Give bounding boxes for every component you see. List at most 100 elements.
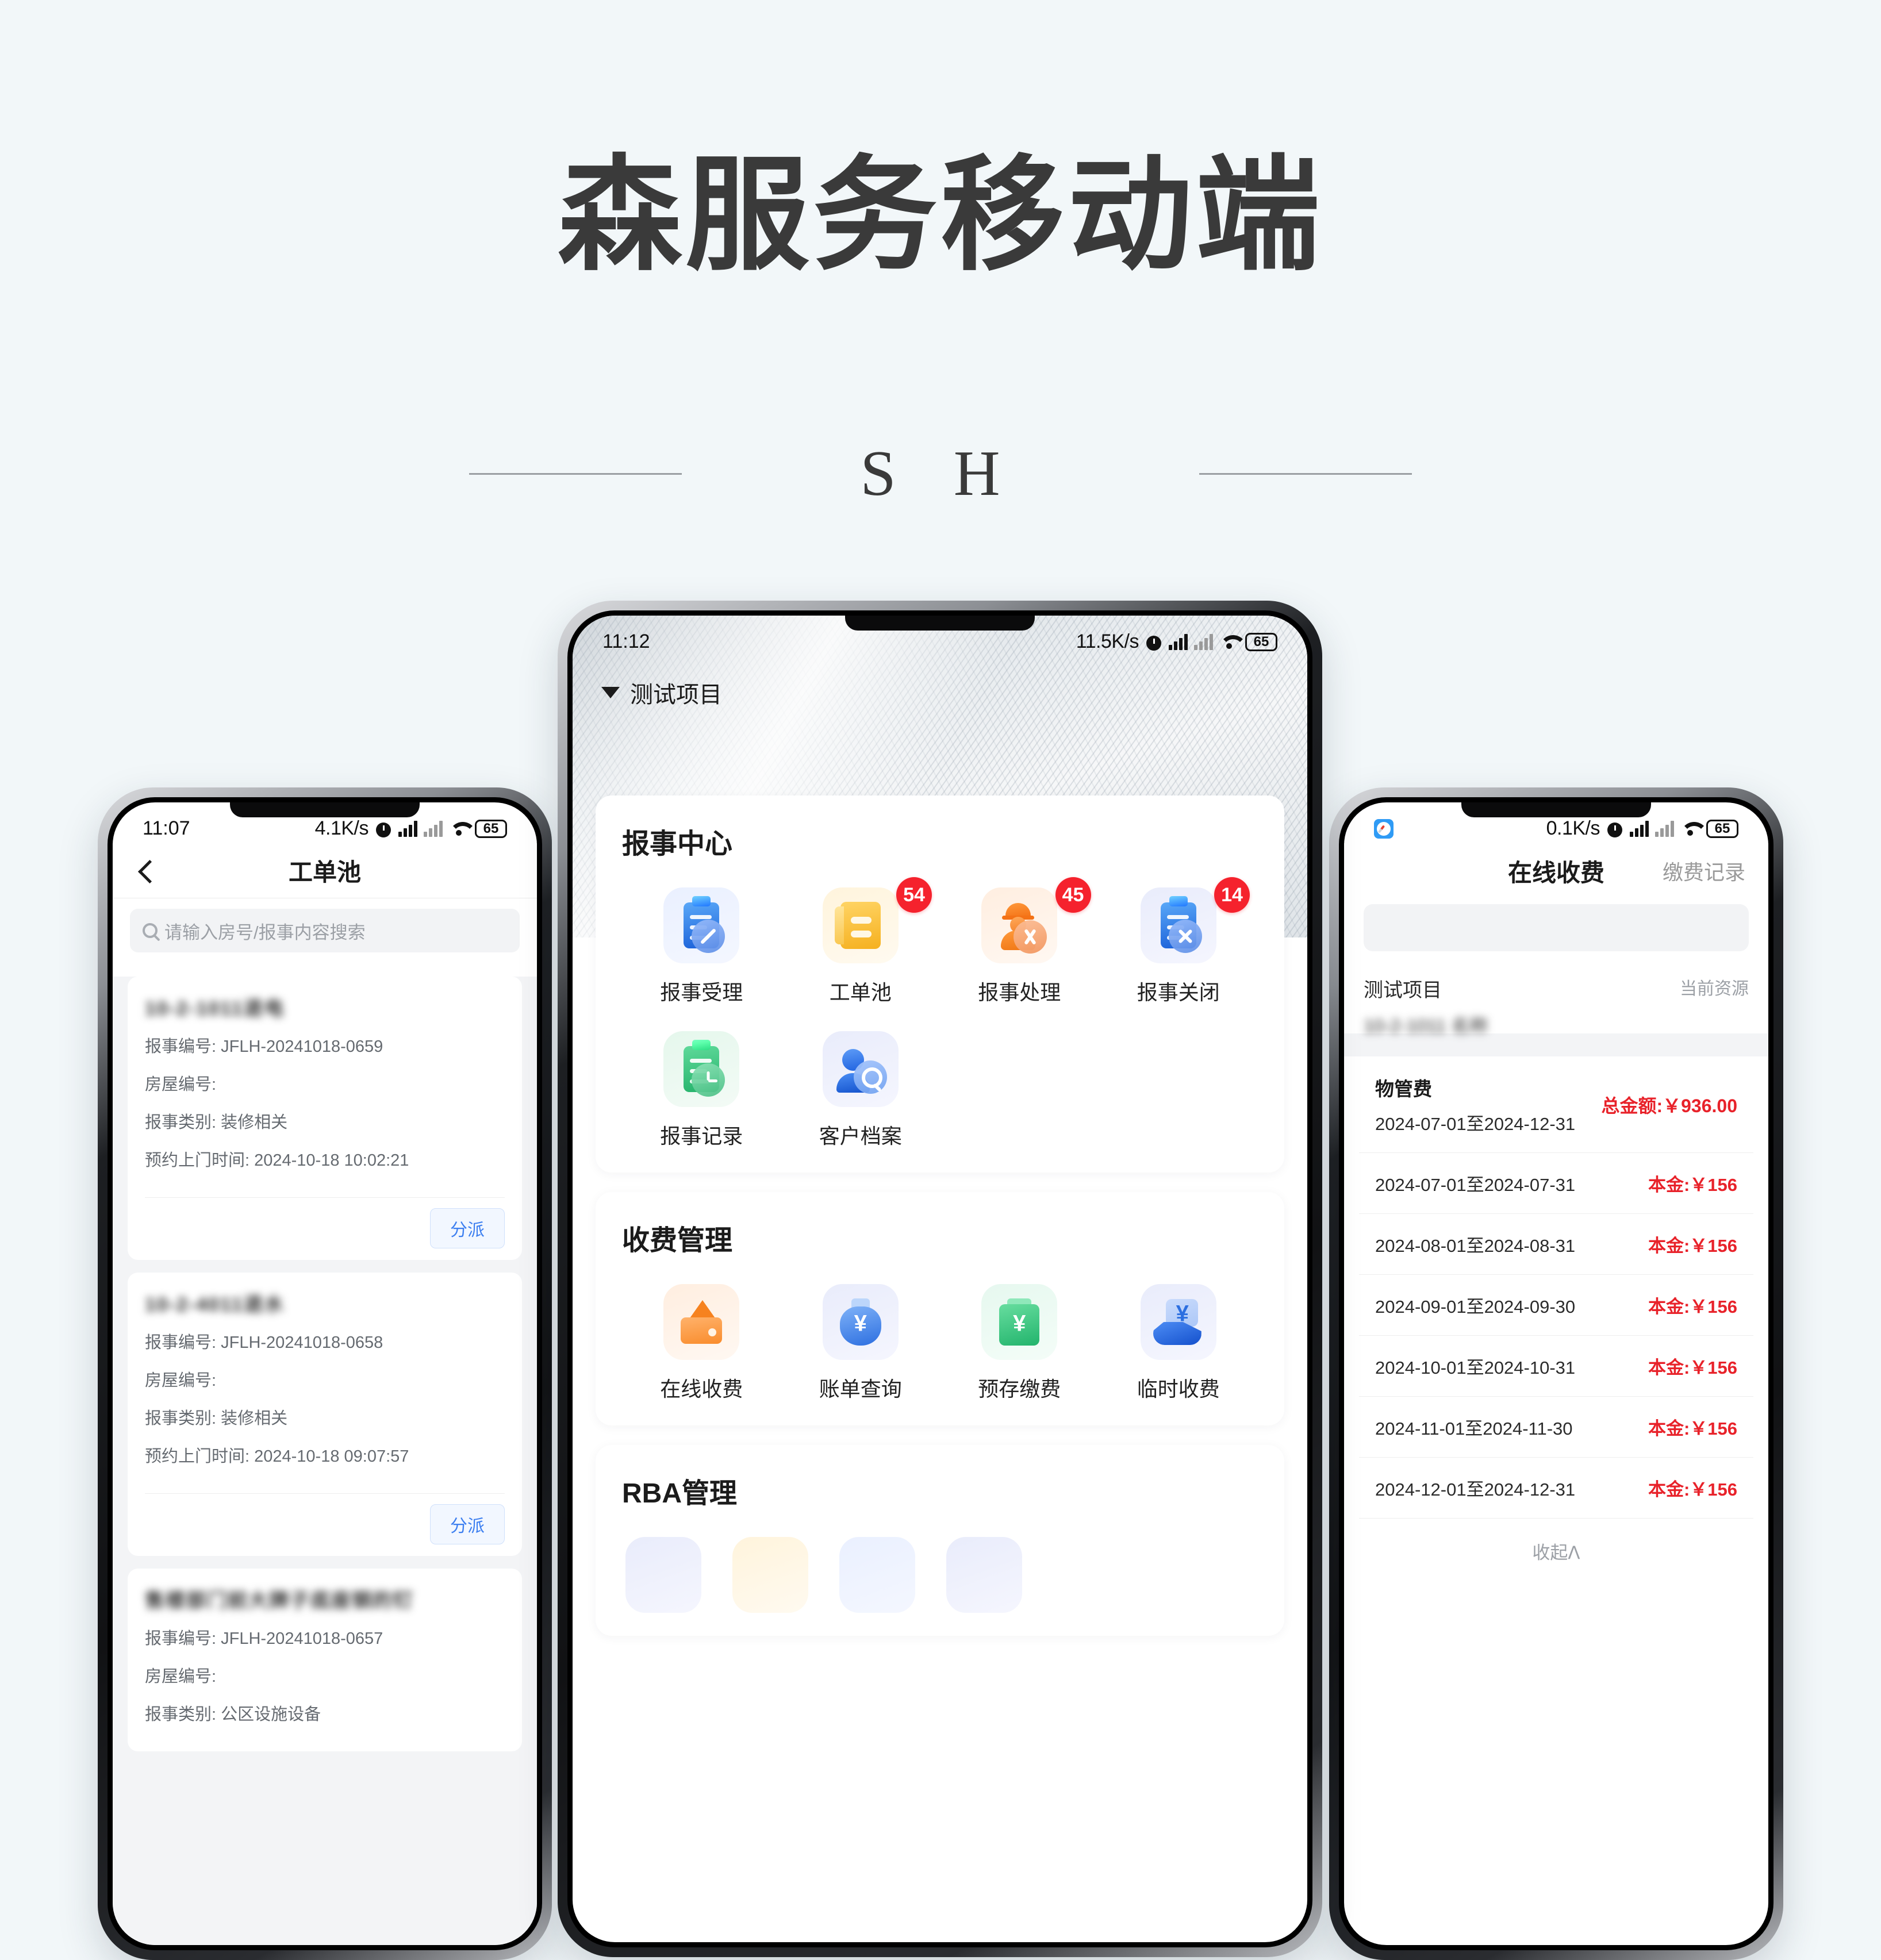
menu-item-prepay[interactable]: ¥ 预存缴费 (940, 1284, 1099, 1402)
bill-period: 2024-07-01至2024-12-31 (1375, 1114, 1576, 1134)
brand-initials: S H (860, 438, 1021, 509)
menu-item-customer-file[interactable]: 客户档案 (781, 1031, 940, 1150)
signal-bars-icon (398, 820, 417, 837)
payment-records-link[interactable]: 缴费记录 (1663, 856, 1745, 886)
bill-row[interactable]: 2024-07-01至2024-07-31 本金:￥156 (1359, 1153, 1753, 1214)
menu-label: 报事记录 (660, 1124, 743, 1148)
phone-center: 11:12 11.5K/s 65 测试项目 报事中心 报事受理 54 工单池 4… (558, 601, 1322, 1957)
alarm-icon (375, 820, 392, 837)
ticket-card[interactable]: 10-2-1011退电 报事编号: JFLH-20241018-0659 房屋编… (128, 977, 522, 1260)
status-time: 11:12 (602, 631, 650, 652)
network-speed: 0.1K/s (1546, 817, 1600, 839)
bill-row[interactable]: 2024-08-01至2024-08-31 本金:￥156 (1359, 1214, 1753, 1275)
ticket-card[interactable]: 售楼部门前大牌子底座钢的钉 报事编号: JFLH-20241018-0657 房… (128, 1569, 522, 1751)
bill-fee-name: 物管费 (1375, 1078, 1432, 1100)
hand-coin-icon: ¥ (1140, 1284, 1216, 1360)
rba-icon-row (622, 1537, 1258, 1613)
battery-indicator: 65 (1706, 819, 1738, 838)
bill-row-total[interactable]: 物管费 2024-07-01至2024-12-31 总金额:￥936.00 (1359, 1056, 1753, 1153)
page-title-left: 工单池 (288, 859, 361, 886)
ticket-house-no: 房屋编号: (145, 1371, 217, 1390)
phone-left: 11:07 4.1K/s 65 工单池 请输入房号/报事内容搜索 10-2-10… (98, 787, 552, 1960)
badge-count: 54 (896, 877, 932, 913)
rba-icon-4[interactable] (946, 1537, 1022, 1613)
collapse-toggle[interactable]: 收起ᐱ (1359, 1519, 1753, 1587)
section-divider (1344, 1033, 1768, 1056)
signal-bars-icon (1169, 633, 1188, 650)
menu-item-bill-query[interactable]: ¥ 账单查询 (781, 1284, 940, 1402)
ticket-title: 售楼部门前大牌子底座钢的钉 (145, 1590, 414, 1610)
ticket-category: 报事类别: 装修相关 (145, 1409, 288, 1428)
signal-bars-secondary-icon (424, 820, 443, 837)
triangle-down-icon (601, 687, 620, 698)
menu-item-accept-report[interactable]: 报事受理 (622, 887, 781, 1006)
signal-bars-secondary-icon (1655, 820, 1674, 837)
menu-label: 预存缴费 (978, 1377, 1061, 1401)
ticket-house-no: 房屋编号: (145, 1075, 217, 1094)
menu-item-online-charge[interactable]: 在线收费 (622, 1284, 781, 1402)
bill-amount: 本金:￥156 (1648, 1236, 1737, 1256)
menu-label: 报事关闭 (1137, 981, 1220, 1004)
search-icon (143, 923, 158, 938)
resource-project: 测试项目 (1364, 979, 1442, 1001)
search-bar-container: 请输入房号/报事内容搜索 (113, 898, 537, 964)
menu-item-temp-charge[interactable]: ¥ 临时收费 (1099, 1284, 1258, 1402)
menu-item-handle-report[interactable]: 45 报事处理 (940, 877, 1099, 1006)
rule-right (1199, 473, 1412, 475)
bill-row[interactable]: 2024-09-01至2024-09-30 本金:￥156 (1359, 1275, 1753, 1336)
rule-left (469, 473, 682, 475)
bill-total-amount: 总金额:￥936.00 (1601, 1095, 1737, 1116)
bill-row[interactable]: 2024-10-01至2024-10-31 本金:￥156 (1359, 1336, 1753, 1397)
clipboard-close-icon (1140, 887, 1216, 963)
phone-right: 0.1K/s 65 在线收费 缴费记录 测试项目 10-2-1011 名称 当前… (1329, 787, 1783, 1960)
bill-amount: 本金:￥156 (1648, 1358, 1737, 1378)
bill-period: 2024-09-01至2024-09-30 (1375, 1297, 1576, 1317)
network-speed: 11.5K/s (1076, 631, 1139, 652)
bill-period: 2024-10-01至2024-10-31 (1375, 1358, 1576, 1378)
notch (1461, 802, 1651, 817)
resource-address: 10-2-1011 名称 (1364, 1016, 1488, 1033)
section-title: RBA管理 (622, 1478, 737, 1509)
assign-button[interactable]: 分派 (430, 1208, 505, 1248)
wifi-icon (1680, 821, 1700, 837)
bill-period: 2024-11-01至2024-11-30 (1375, 1419, 1573, 1439)
back-icon[interactable] (138, 863, 154, 879)
rba-icon-3[interactable] (839, 1537, 915, 1613)
notch (230, 802, 420, 817)
alarm-icon (1145, 633, 1162, 651)
worker-tools-icon (981, 887, 1058, 963)
signal-bars-secondary-icon (1194, 633, 1213, 650)
online-billing-search-container (1344, 898, 1768, 964)
menu-item-report-records[interactable]: 报事记录 (622, 1031, 781, 1150)
notch (845, 616, 1035, 631)
bill-row[interactable]: 2024-12-01至2024-12-31 本金:￥156 (1359, 1458, 1753, 1519)
clipboard-clock-icon (663, 1031, 740, 1107)
bill-amount: 本金:￥156 (1648, 1419, 1737, 1439)
section-title: 报事中心 (622, 829, 733, 859)
resource-header: 测试项目 10-2-1011 名称 当前资源 (1344, 964, 1768, 1033)
wallet-icon (663, 1284, 740, 1360)
compass-icon (1374, 818, 1394, 839)
project-selector[interactable]: 测试项目 (573, 656, 1307, 709)
bill-row[interactable]: 2024-11-01至2024-11-30 本金:￥156 (1359, 1397, 1753, 1458)
rba-icon-2[interactable] (732, 1537, 808, 1613)
section-fee-management: 收费管理 在线收费 ¥ 账单查询 ¥ 预存缴费 ¥ 临时收费 (596, 1192, 1284, 1425)
wifi-icon (449, 821, 469, 837)
ticket-category: 报事类别: 装修相关 (145, 1113, 288, 1132)
phone-center-screen: 11:12 11.5K/s 65 测试项目 报事中心 报事受理 54 工单池 4… (573, 616, 1307, 1942)
menu-label: 报事处理 (978, 981, 1061, 1004)
ticket-card[interactable]: 10-2-4011退水 报事编号: JFLH-20241018-0658 房屋编… (128, 1273, 522, 1556)
bill-amount: 本金:￥156 (1648, 1479, 1737, 1500)
menu-label: 账单查询 (819, 1377, 902, 1401)
ticket-no: 报事编号: JFLH-20241018-0659 (145, 1037, 383, 1056)
bill-amount: 本金:￥156 (1648, 1297, 1737, 1317)
menu-item-ticket-pool[interactable]: 54 工单池 (781, 877, 940, 1006)
user-search-icon (822, 1031, 899, 1107)
ticket-category: 报事类别: 公区设施设备 (145, 1705, 321, 1724)
menu-item-close-report[interactable]: 14 报事关闭 (1099, 877, 1258, 1006)
bill-period: 2024-08-01至2024-08-31 (1375, 1236, 1576, 1256)
billing-search-input[interactable] (1364, 904, 1749, 951)
search-input[interactable]: 请输入房号/报事内容搜索 (130, 909, 520, 952)
rba-icon-1[interactable] (625, 1537, 701, 1613)
assign-button[interactable]: 分派 (430, 1504, 505, 1544)
